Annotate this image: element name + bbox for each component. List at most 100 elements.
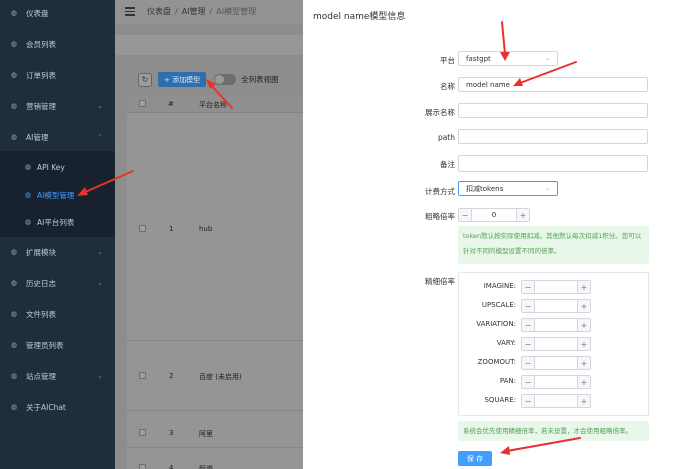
increment-button[interactable]: + (577, 376, 590, 388)
row-checkbox[interactable] (139, 225, 146, 232)
fine-rate-row: SQUARE: − + (459, 394, 648, 408)
fine-rate-stepper[interactable]: − + (521, 394, 591, 408)
menu-toggle-icon[interactable] (125, 7, 135, 16)
sidebar-item-site-management[interactable]: ◍ 站点管理 ⌄ (0, 363, 115, 389)
sidebar-item-label: 管理员列表 (26, 340, 64, 350)
add-model-button[interactable]: + 添加模型 (158, 72, 207, 87)
increment-button[interactable]: + (577, 357, 590, 369)
name-input[interactable]: model name (458, 77, 648, 92)
table-cell-platform: hub (199, 225, 213, 233)
name-label: 名称 (440, 82, 455, 91)
fine-rate-item-label: UPSCALE: (481, 301, 516, 309)
increment-button[interactable]: + (577, 395, 590, 407)
row-checkbox[interactable] (139, 464, 146, 469)
row-checkbox[interactable] (139, 372, 146, 379)
sidebar-item-marketing[interactable]: ◍ 营销管理 ⌄ (0, 93, 115, 119)
gauge-icon: ◍ (10, 310, 18, 318)
sidebar-item-orders[interactable]: ◍ 订单列表 (0, 62, 115, 88)
increment-button[interactable]: + (577, 319, 590, 331)
decrement-button[interactable]: − (522, 376, 535, 388)
path-label: path (437, 133, 455, 142)
sidebar-item-label: API Key (37, 162, 65, 172)
sidebar-item-about[interactable]: ◍ 关于AIChat (0, 394, 115, 420)
rough-rate-stepper[interactable]: − 0 + (458, 208, 530, 222)
sidebar-item-label: 营销管理 (26, 101, 56, 111)
fine-rate-value[interactable] (535, 376, 577, 388)
breadcrumb-item[interactable]: 仪表盘 (147, 7, 171, 16)
fine-rate-value[interactable] (535, 357, 577, 369)
decrement-button[interactable]: − (522, 357, 535, 369)
increment-button[interactable]: + (577, 281, 590, 293)
increment-button[interactable]: + (577, 338, 590, 350)
toggle-label: 全列表视图 (241, 75, 279, 84)
increment-button[interactable]: + (577, 300, 590, 312)
fine-rate-stepper[interactable]: − + (521, 280, 591, 294)
fine-rate-value[interactable] (535, 319, 577, 331)
sidebar-item-files[interactable]: ◍ 文件列表 (0, 301, 115, 327)
table-cell-platform: 百度 (未启用) (199, 373, 242, 381)
billing-select[interactable]: 扣减tokens ⌄ (458, 181, 558, 196)
gauge-icon: ◍ (24, 218, 32, 226)
decrement-button[interactable]: − (522, 395, 535, 407)
fine-rate-stepper[interactable]: − + (521, 318, 591, 332)
chevron-down-icon: ⌄ (97, 102, 103, 110)
decrement-button[interactable]: − (522, 338, 535, 350)
gauge-icon: ◍ (24, 163, 32, 171)
decrement-button[interactable]: − (522, 281, 535, 293)
table-cell-platform: 阿里 (199, 430, 213, 438)
decrement-button[interactable]: − (522, 300, 535, 312)
sidebar-item-history-logs[interactable]: ◍ 历史日志 ⌄ (0, 270, 115, 296)
fine-rate-stepper[interactable]: − + (521, 337, 591, 351)
fine-rate-stepper[interactable]: − + (521, 299, 591, 313)
full-list-view-toggle[interactable] (214, 74, 237, 85)
remark-textarea[interactable] (458, 155, 648, 172)
decrement-button[interactable]: − (459, 209, 472, 221)
path-input[interactable] (458, 129, 648, 144)
select-all-checkbox[interactable] (139, 100, 146, 107)
gauge-icon: ◍ (10, 403, 18, 411)
billing-label: 计费方式 (425, 187, 455, 196)
fine-rate-value[interactable] (535, 338, 577, 350)
table-cell-index: 4 (169, 464, 174, 469)
chevron-down-icon: ⌄ (544, 55, 550, 62)
breadcrumb-item[interactable]: AI管理 (182, 7, 206, 16)
model-info-drawer: model name模型信息 平台 fastgpt ⌄ 名称 model nam… (303, 0, 690, 469)
refresh-button[interactable]: ↻ (138, 72, 152, 87)
row-divider (127, 340, 307, 341)
sidebar-item-ai-platforms[interactable]: ◍ AI平台列表 (0, 209, 115, 235)
fine-rate-value[interactable] (535, 395, 577, 407)
sidebar-item-label: AI管理 (26, 132, 49, 142)
fine-rate-value[interactable] (535, 300, 577, 312)
fine-rate-item-label: SQUARE: (484, 396, 516, 404)
fine-rate-value[interactable] (535, 281, 577, 293)
breadcrumb: 仪表盘 / AI管理 / AI模型管理 (147, 7, 257, 16)
row-checkbox[interactable] (139, 429, 146, 436)
sidebar-item-api-key[interactable]: ◍ API Key (0, 154, 115, 180)
display-name-input[interactable] (458, 103, 648, 118)
fine-rate-stepper[interactable]: − + (521, 356, 591, 370)
sidebar: ◍ 仪表盘 ◍ 会员列表 ◍ 订单列表 ◍ 营销管理 ⌄ ◍ AI管理 ⌃ ◍ … (0, 0, 115, 469)
fine-rate-row: VARY: − + (459, 337, 648, 351)
sidebar-item-members[interactable]: ◍ 会员列表 (0, 31, 115, 57)
gauge-icon: ◍ (10, 248, 18, 256)
chevron-up-icon: ⌃ (97, 133, 103, 141)
gauge-icon: ◍ (10, 9, 18, 17)
sidebar-item-extensions[interactable]: ◍ 扩展模块 ⌄ (0, 239, 115, 265)
fine-rate-item-label: VARIATION: (476, 320, 516, 328)
sidebar-item-ai-model-management[interactable]: ◍ AI模型管理 (0, 182, 115, 208)
model-table: # 平台名称 1 hub 2 百度 (未启用) 3 阿里 4 智谱 (127, 94, 307, 469)
rough-rate-value[interactable]: 0 (472, 209, 516, 221)
sidebar-item-dashboard[interactable]: ◍ 仪表盘 (0, 0, 115, 26)
fine-rate-row: IMAGINE: − + (459, 280, 648, 294)
table-cell-index: 1 (169, 225, 174, 233)
decrement-button[interactable]: − (522, 319, 535, 331)
fine-rate-stepper[interactable]: − + (521, 375, 591, 389)
fine-rate-row: VARIATION: − + (459, 318, 648, 332)
fine-rate-row: UPSCALE: − + (459, 299, 648, 313)
save-button[interactable]: 保 存 (458, 451, 492, 466)
platform-select[interactable]: fastgpt ⌄ (458, 51, 558, 66)
sidebar-item-admins[interactable]: ◍ 管理员列表 (0, 332, 115, 358)
increment-button[interactable]: + (516, 209, 529, 221)
breadcrumb-item-current: AI模型管理 (216, 7, 257, 16)
sidebar-item-ai-management[interactable]: ◍ AI管理 ⌃ (0, 124, 115, 150)
